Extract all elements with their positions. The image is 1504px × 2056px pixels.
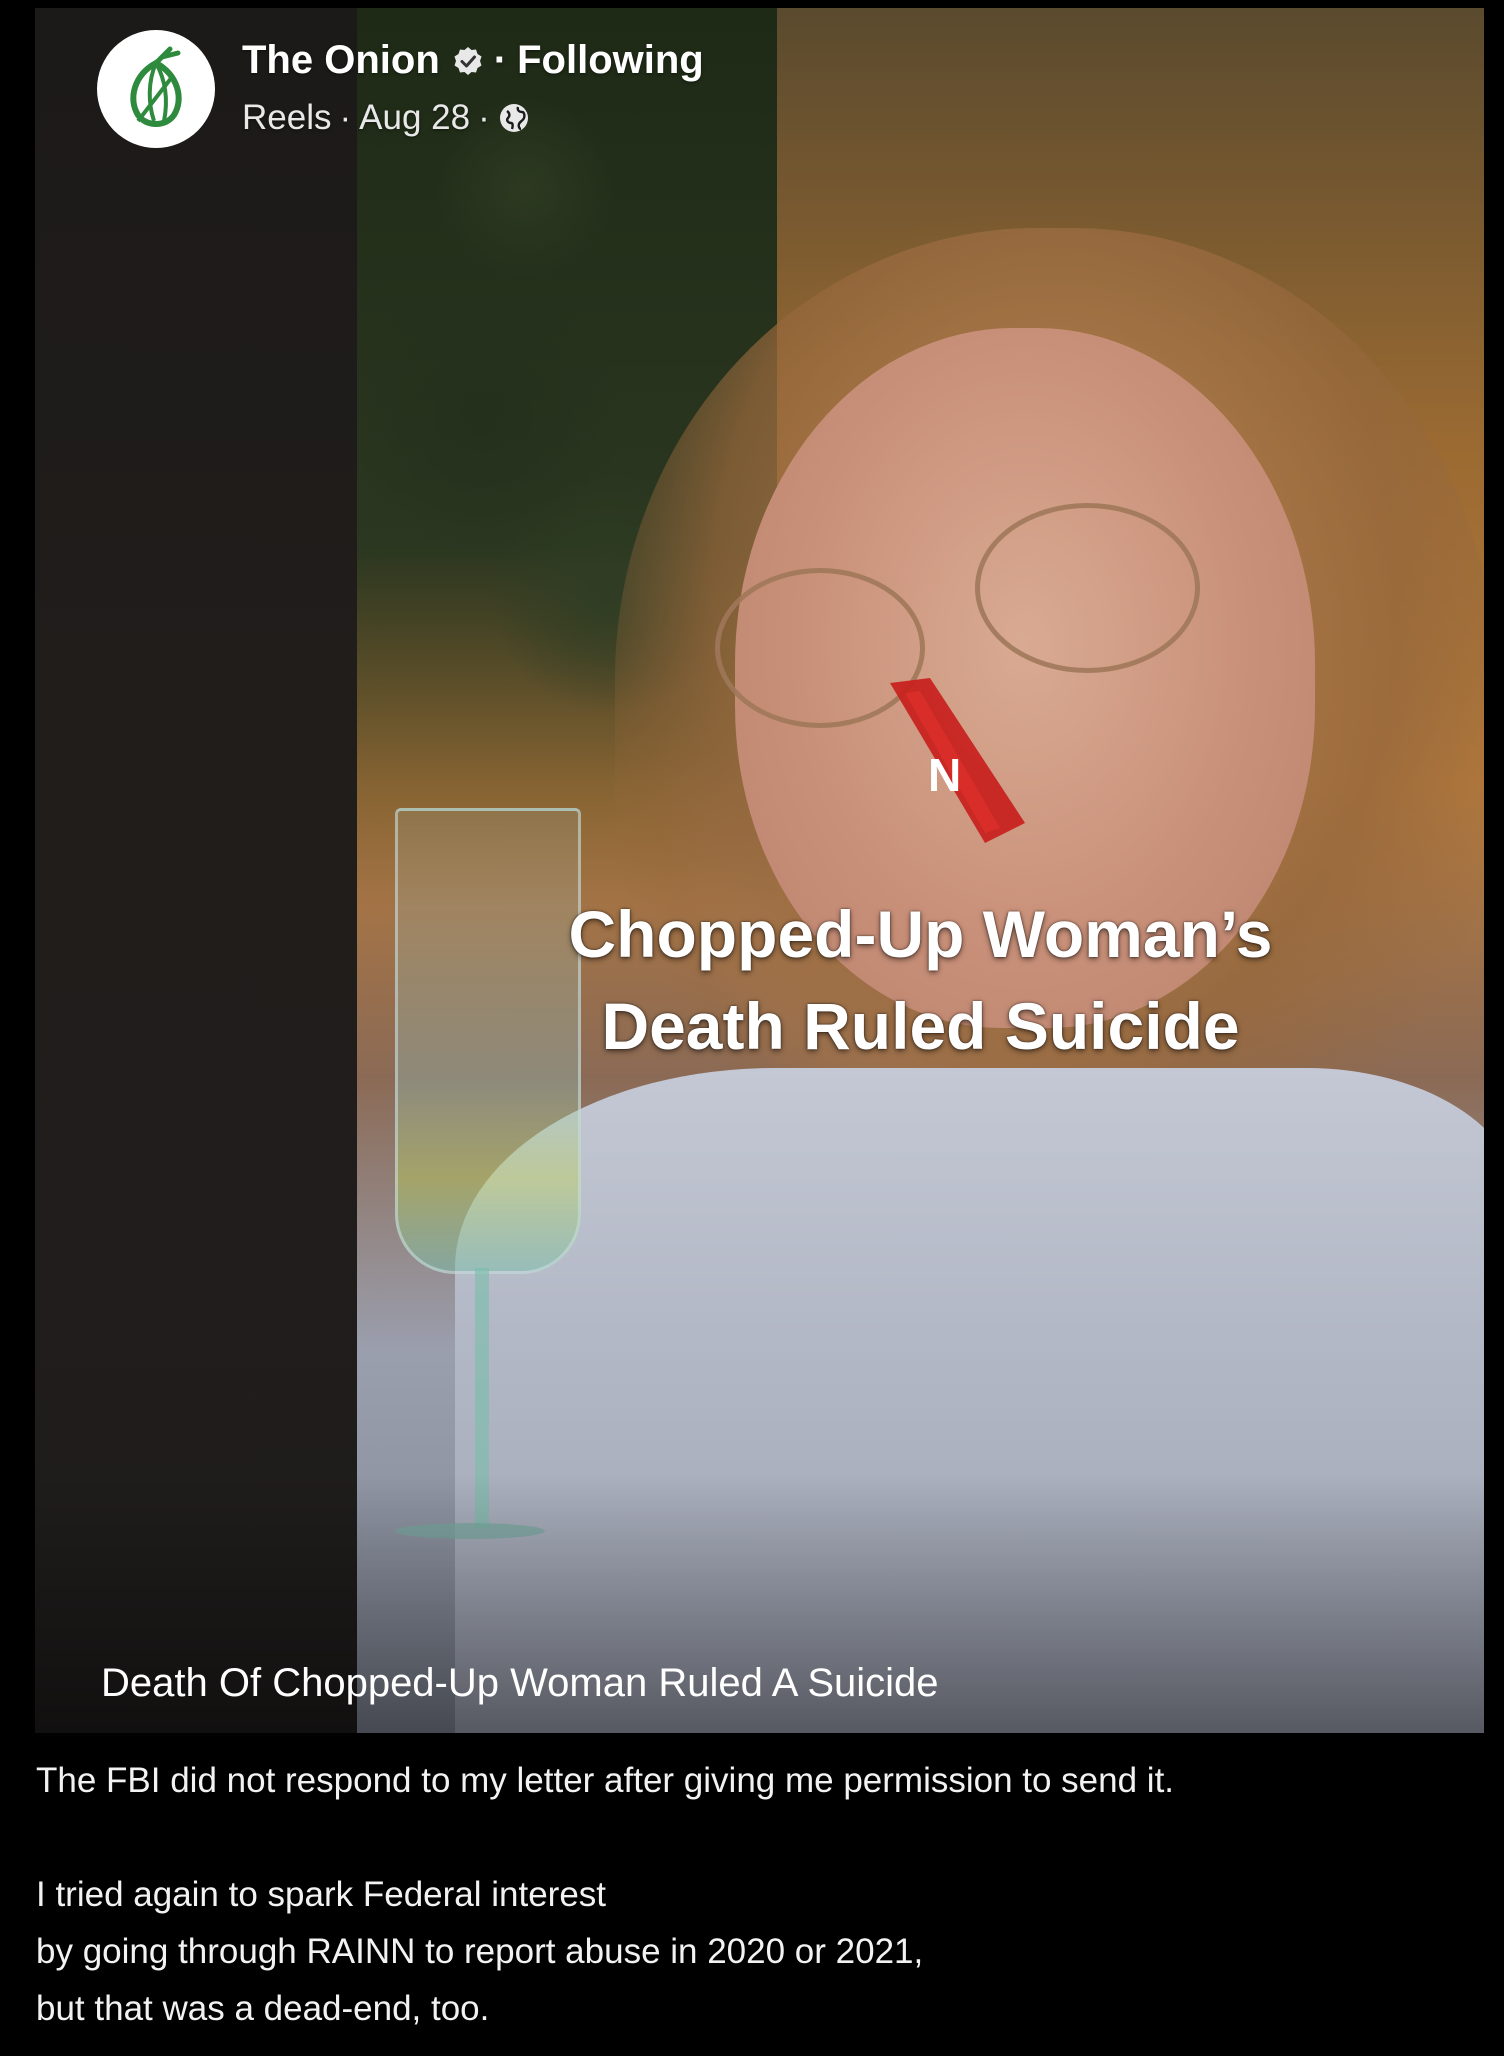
onion-watermark-icon: N bbox=[890, 678, 1025, 843]
video-headline: Chopped-Up Woman’s Death Ruled Suicide bbox=[357, 888, 1484, 1072]
onion-logo-icon bbox=[130, 46, 182, 127]
body-line-3: by going through RAINN to report abuse i… bbox=[36, 1932, 924, 1971]
headline-line-2: Death Ruled Suicide bbox=[601, 989, 1240, 1063]
page-avatar[interactable] bbox=[97, 30, 215, 148]
body-paragraph-1: The FBI did not respond to my letter aft… bbox=[36, 1761, 1175, 1800]
reel-video[interactable]: N Chopped-Up Woman’s Death Ruled Suicide… bbox=[35, 8, 1484, 1733]
body-line-4: but that was a dead-end, too. bbox=[36, 1989, 490, 2028]
following-button[interactable]: Following bbox=[517, 38, 704, 83]
post-body-text: The FBI did not respond to my letter aft… bbox=[36, 1752, 1466, 2037]
headline-line-1: Chopped-Up Woman’s bbox=[568, 897, 1273, 971]
post-meta-row: Reels · Aug 28 · bbox=[242, 98, 530, 138]
reels-link[interactable]: Reels bbox=[242, 98, 331, 138]
meta-separator-2: · bbox=[478, 98, 490, 137]
body-line-2: I tried again to spark Federal interest bbox=[36, 1875, 607, 1914]
name-separator: · bbox=[493, 38, 508, 82]
globe-icon bbox=[499, 104, 528, 132]
page-name-row: The Onion · Following bbox=[242, 38, 704, 83]
page-name-link[interactable]: The Onion bbox=[242, 38, 440, 83]
reel-caption: Death Of Chopped-Up Woman Ruled A Suicid… bbox=[101, 1661, 939, 1705]
svg-text:N: N bbox=[928, 749, 961, 801]
verified-badge-icon bbox=[454, 46, 482, 75]
meta-separator-1: · bbox=[339, 98, 352, 137]
glasses-right-lens bbox=[975, 503, 1200, 673]
post-date[interactable]: Aug 28 bbox=[359, 98, 470, 138]
